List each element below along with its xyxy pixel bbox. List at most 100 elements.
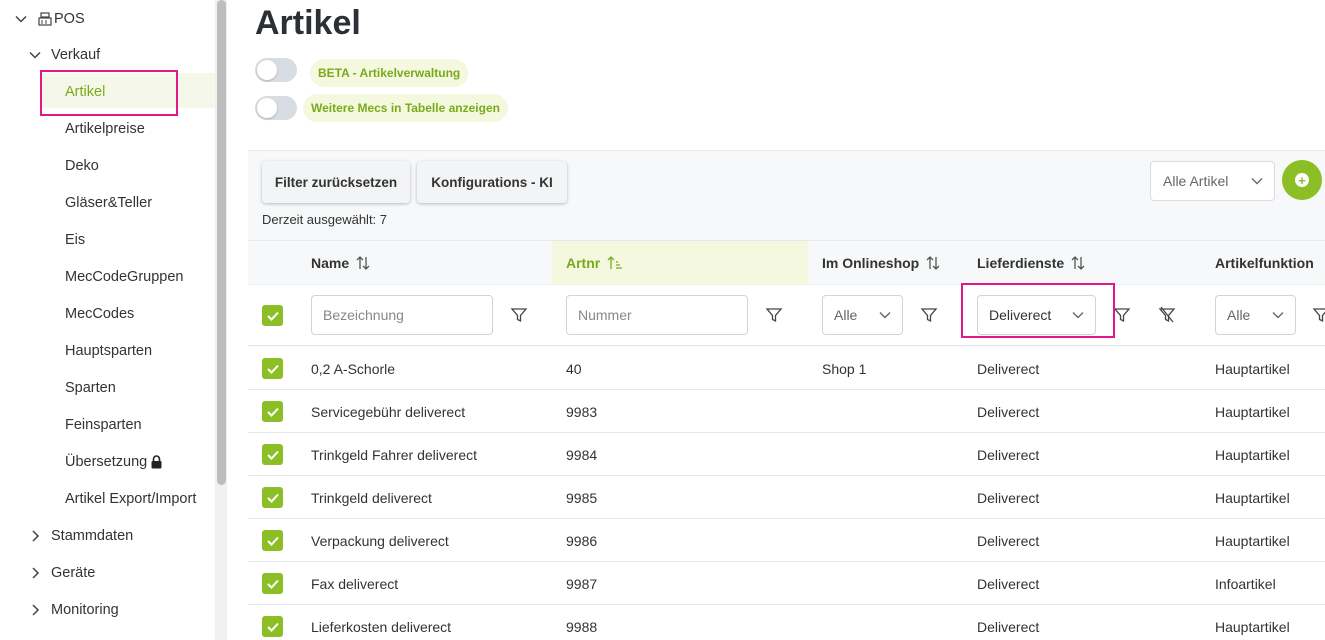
- filter-icon[interactable]: [920, 306, 938, 324]
- cell-name: Trinkgeld deliverect: [311, 489, 432, 506]
- cell-onlineshop: Shop 1: [822, 360, 867, 377]
- reset-filter-button[interactable]: Filter zurücksetzen: [262, 161, 410, 203]
- cell-lieferdienste: Deliverect: [977, 403, 1040, 420]
- artikelfunktion-filter-select[interactable]: Alle: [1215, 295, 1296, 335]
- sidebar-item-deko[interactable]: Deko: [65, 147, 99, 184]
- lock-icon: [150, 454, 163, 469]
- highlight-frame-lieferdienste: [961, 283, 1115, 338]
- onlineshop-filter-select[interactable]: Alle: [822, 295, 903, 335]
- row-checkbox[interactable]: [262, 530, 283, 551]
- sort-ascending-icon: [607, 256, 623, 269]
- select-all-checkbox[interactable]: [262, 305, 283, 326]
- chevron-right-icon: [28, 529, 42, 543]
- filter-icon[interactable]: [1312, 306, 1325, 324]
- artnr-filter-input[interactable]: Nummer: [566, 295, 748, 335]
- sidebar-item-verkauf[interactable]: Verkauf: [28, 36, 100, 73]
- article-scope-select[interactable]: Alle Artikel: [1150, 161, 1275, 201]
- table-panel: Filter zurücksetzen Konfigurations - KI …: [248, 150, 1325, 640]
- row-checkbox[interactable]: [262, 616, 283, 637]
- sidebar-scrollbar-thumb[interactable]: [217, 0, 226, 485]
- check-icon: [266, 450, 279, 460]
- sidebar-item-label: Monitoring: [51, 601, 119, 618]
- cell-artikelfunktion: Hauptartikel: [1215, 446, 1290, 463]
- row-checkbox[interactable]: [262, 358, 283, 379]
- sort-icon: [1071, 256, 1085, 270]
- column-header-lieferdienste[interactable]: Lieferdienste: [977, 241, 1086, 285]
- sidebar-item-artikel-export-import[interactable]: Artikel Export/Import: [65, 480, 196, 517]
- sidebar-item-label: Feinsparten: [65, 416, 142, 433]
- sidebar-item-label: Stammdaten: [51, 527, 134, 544]
- cell-name: 0,2 A-Schorle: [311, 360, 396, 377]
- chevron-down-icon: [14, 12, 28, 26]
- name-filter-input[interactable]: Bezeichnung: [311, 295, 493, 335]
- sidebar-item-label: Gläser&Teller: [65, 194, 153, 211]
- weitere-mecs-toggle-label: Weitere Mecs in Tabelle anzeigen: [303, 94, 508, 122]
- cell-artnr: 9984: [566, 446, 598, 463]
- table-row[interactable]: Servicegebühr deliverect 9983 Deliverect…: [248, 390, 1325, 433]
- konfigurations-ki-button[interactable]: Konfigurations - KI: [417, 161, 567, 203]
- cell-name: Trinkgeld Fahrer deliverect: [311, 446, 477, 463]
- sidebar-item-feinsparten[interactable]: Feinsparten: [65, 406, 142, 443]
- table-row[interactable]: Trinkgeld deliverect 9985 Deliverect Hau…: [248, 476, 1325, 519]
- sidebar-item-label: Artikelpreise: [65, 120, 145, 137]
- cell-name: Lieferkosten deliverect: [311, 618, 452, 635]
- add-article-button[interactable]: +: [1282, 160, 1322, 200]
- register-icon: [38, 11, 52, 26]
- column-header-label: Artikelfunktion: [1215, 255, 1314, 271]
- sidebar-item-label: POS: [54, 10, 85, 27]
- chevron-down-icon: [879, 312, 891, 319]
- check-icon: [266, 622, 279, 632]
- weitere-mecs-toggle[interactable]: [255, 96, 297, 120]
- app-root: POS Verkauf Artikel Artikelpreise Deko G…: [0, 0, 1325, 640]
- filter-icon[interactable]: [510, 306, 528, 324]
- check-icon: [266, 407, 279, 417]
- table-row[interactable]: 0,2 A-Schorle 40 Shop 1 Deliverect Haupt…: [248, 347, 1325, 390]
- sidebar-item-label: Hauptsparten: [65, 342, 153, 359]
- select-value: Alle: [1227, 307, 1251, 323]
- column-header-artikelfunktion[interactable]: Artikelfunktion: [1215, 241, 1314, 285]
- filter-row: Bezeichnung Nummer Alle Deliverect Alle: [248, 283, 1325, 346]
- sidebar-item-label: MecCodeGruppen: [65, 268, 184, 285]
- table-header: Name Artnr Im Onlineshop Lieferdienste A…: [248, 240, 1325, 285]
- row-checkbox[interactable]: [262, 487, 283, 508]
- sidebar-item-meccodes[interactable]: MecCodes: [65, 295, 134, 332]
- sidebar-item-stammdaten[interactable]: Stammdaten: [28, 517, 133, 554]
- sort-icon: [356, 256, 370, 270]
- table-row[interactable]: Trinkgeld Fahrer deliverect 9984 Deliver…: [248, 433, 1325, 476]
- row-checkbox[interactable]: [262, 401, 283, 422]
- column-header-artnr[interactable]: Artnr: [552, 241, 808, 285]
- row-checkbox[interactable]: [262, 573, 283, 594]
- column-header-name[interactable]: Name: [311, 241, 371, 285]
- cell-lieferdienste: Deliverect: [977, 575, 1040, 592]
- column-header-label: Artnr: [566, 255, 601, 271]
- cell-artnr: 9986: [566, 532, 598, 549]
- table-row[interactable]: Verpackung deliverect 9986 Deliverect Ha…: [248, 519, 1325, 562]
- table-row[interactable]: Fax deliverect 9987 Deliverect Infoartik…: [248, 562, 1325, 605]
- check-icon: [266, 311, 279, 321]
- cell-artnr: 9985: [566, 489, 598, 506]
- sidebar-item-label: Artikel Export/Import: [65, 490, 197, 507]
- column-header-label: Im Onlineshop: [822, 255, 920, 271]
- cell-lieferdienste: Deliverect: [977, 532, 1040, 549]
- table-row[interactable]: Lieferkosten deliverect 9988 Deliverect …: [248, 605, 1325, 640]
- filter-icon[interactable]: [765, 306, 783, 324]
- column-header-label: Lieferdienste: [977, 255, 1065, 271]
- cell-artnr: 9983: [566, 403, 598, 420]
- sidebar-item-label: Eis: [65, 231, 86, 248]
- sidebar-item-eis[interactable]: Eis: [65, 221, 85, 258]
- row-checkbox[interactable]: [262, 444, 283, 465]
- sidebar-item-pos[interactable]: POS: [14, 0, 85, 37]
- filter-icon[interactable]: [1113, 306, 1131, 324]
- column-header-onlineshop[interactable]: Im Onlineshop: [822, 241, 941, 285]
- check-icon: [266, 536, 279, 546]
- sidebar-item-meccodegruppen[interactable]: MecCodeGruppen: [65, 258, 184, 295]
- clear-filter-icon[interactable]: [1158, 306, 1176, 324]
- sidebar-item-label: Deko: [65, 157, 99, 174]
- sidebar-item-hauptsparten[interactable]: Hauptsparten: [65, 332, 152, 369]
- beta-toggle[interactable]: [255, 58, 297, 82]
- sidebar-item-monitoring[interactable]: Monitoring: [28, 591, 119, 628]
- sidebar-item-sparten[interactable]: Sparten: [65, 369, 116, 406]
- sidebar-item-glaeser-teller[interactable]: Gläser&Teller: [65, 184, 152, 221]
- sidebar-item-uebersetzung[interactable]: Übersetzung: [65, 443, 163, 480]
- sidebar-item-geraete[interactable]: Geräte: [28, 554, 95, 591]
